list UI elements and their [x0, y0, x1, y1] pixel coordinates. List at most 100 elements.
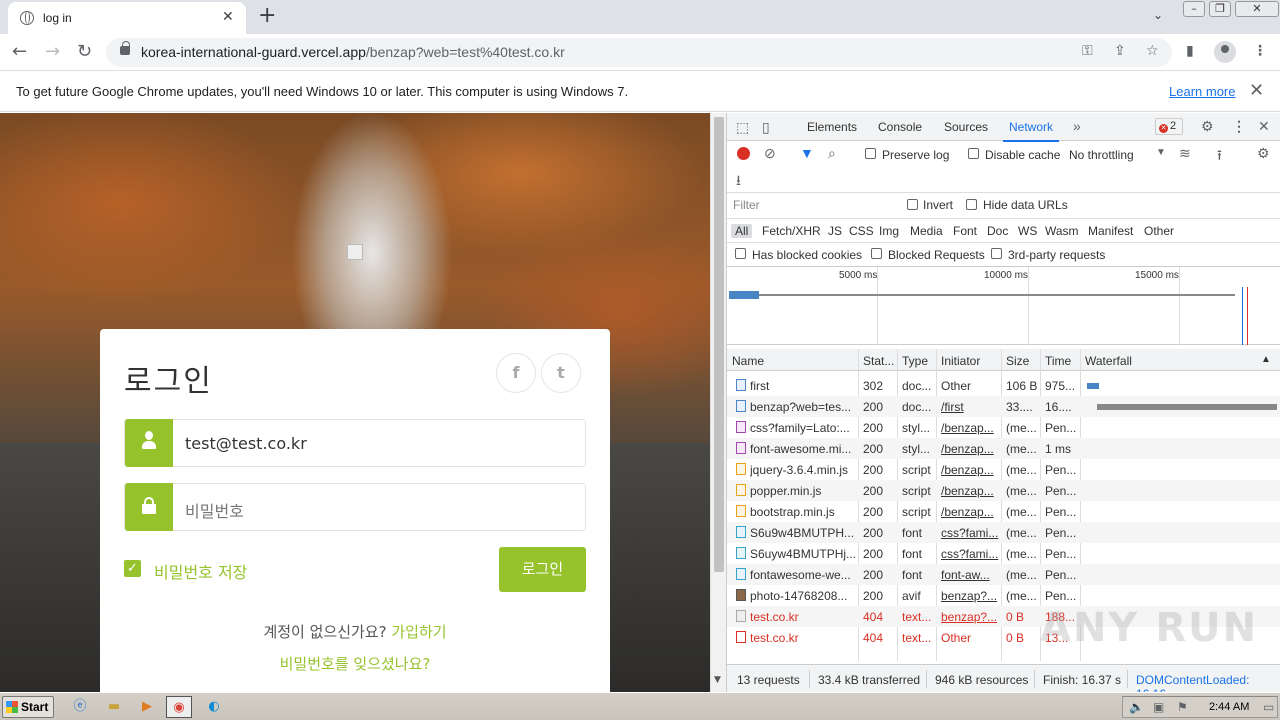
- filter-type-media[interactable]: Media: [910, 224, 943, 238]
- clock[interactable]: 2:44 AM: [1209, 701, 1249, 713]
- cell-initiator[interactable]: benzap?...: [941, 589, 999, 603]
- lock-icon[interactable]: [120, 41, 130, 55]
- tab-sources[interactable]: Sources: [944, 120, 988, 134]
- infobar-close-icon[interactable]: ✕: [1249, 80, 1264, 101]
- close-window-button[interactable]: ✕: [1235, 1, 1279, 17]
- hide-data-urls-checkbox[interactable]: [966, 199, 977, 210]
- cell-initiator[interactable]: css?fami...: [941, 547, 999, 561]
- chrome-taskbar-icon[interactable]: ◉: [166, 696, 192, 718]
- filter-type-ws[interactable]: WS: [1018, 224, 1037, 238]
- cell-initiator[interactable]: /benzap...: [941, 421, 999, 435]
- tab-console[interactable]: Console: [878, 120, 922, 134]
- profile-avatar-icon[interactable]: [1214, 41, 1236, 63]
- preserve-log-label[interactable]: Preserve log: [882, 148, 949, 162]
- reload-icon[interactable]: ↻: [77, 40, 92, 64]
- table-row[interactable]: popper.min.js 200 script/benzap... (me... Pe…: [727, 480, 1280, 501]
- filter-type-css[interactable]: CSS: [849, 224, 874, 238]
- column-initiator[interactable]: Initiator: [941, 354, 980, 368]
- filter-type-img[interactable]: Img: [879, 224, 899, 238]
- devtools-menu-icon[interactable]: ⋮: [1232, 118, 1246, 135]
- key-icon[interactable]: ⚿: [1082, 43, 1093, 59]
- column-size[interactable]: Size: [1006, 354, 1029, 368]
- table-row[interactable]: first 302 doc... Other 106 B 975...: [727, 375, 1280, 396]
- column-type[interactable]: Type: [902, 354, 928, 368]
- table-row[interactable]: bootstrap.min.js 200 script/benzap... (me..…: [727, 501, 1280, 522]
- table-row[interactable]: photo-14768208... 200 avif benzap?... (me...…: [727, 585, 1280, 606]
- explorer-folder-icon[interactable]: ▬: [101, 696, 127, 718]
- filter-type-manifest[interactable]: Manifest: [1088, 224, 1133, 238]
- settings-gear-icon[interactable]: ⚙: [1201, 118, 1214, 135]
- filter-funnel-icon[interactable]: ▼: [800, 145, 814, 161]
- filter-type-all[interactable]: All: [731, 224, 753, 238]
- column-time[interactable]: Time: [1045, 354, 1071, 368]
- facebook-icon[interactable]: f: [496, 353, 536, 393]
- table-row[interactable]: jquery-3.6.4.min.js 200 script/benzap... (m…: [727, 459, 1280, 480]
- column-name[interactable]: Name: [732, 354, 764, 368]
- table-row[interactable]: font-awesome.mi... 200 styl... /benzap... (m…: [727, 438, 1280, 459]
- import-har-icon[interactable]: ⭱: [1217, 145, 1222, 169]
- scrollbar-thumb[interactable]: [714, 117, 724, 572]
- filter-type-wasm[interactable]: Wasm: [1045, 224, 1079, 238]
- cell-initiator[interactable]: /first: [941, 400, 999, 414]
- blocked-requests-label[interactable]: Blocked Requests: [888, 248, 985, 262]
- forgot-password-link[interactable]: 비밀번호를 잊으셨나요?: [100, 653, 610, 674]
- tab-network[interactable]: Network: [1002, 120, 1060, 142]
- cell-initiator[interactable]: font-aw...: [941, 568, 999, 582]
- remember-password-checkbox[interactable]: ✓: [124, 560, 141, 577]
- learn-more-link[interactable]: Learn more: [1169, 84, 1235, 99]
- hide-data-urls-label[interactable]: Hide data URLs: [983, 198, 1068, 212]
- devtools-close-icon[interactable]: ✕: [1258, 118, 1270, 135]
- invert-checkbox[interactable]: [907, 199, 918, 210]
- forward-icon[interactable]: →: [45, 40, 60, 64]
- network-tray-icon[interactable]: ▣: [1153, 700, 1164, 714]
- invert-label[interactable]: Invert: [923, 198, 953, 212]
- edge-icon[interactable]: ◐: [201, 696, 227, 718]
- ie-icon[interactable]: ⓔ: [67, 696, 93, 718]
- volume-icon[interactable]: 🔈: [1129, 700, 1144, 714]
- has-blocked-cookies-checkbox[interactable]: [735, 248, 746, 259]
- blocked-requests-checkbox[interactable]: [871, 248, 882, 259]
- maximize-button[interactable]: ❐: [1209, 1, 1231, 17]
- network-overview-timeline[interactable]: 5000 ms 10000 ms 15000 ms: [727, 267, 1280, 345]
- email-field[interactable]: test@test.co.kr: [124, 419, 586, 467]
- filter-type-font[interactable]: Font: [953, 224, 977, 238]
- filter-input[interactable]: Filter: [733, 198, 893, 212]
- throttling-dropdown-icon[interactable]: ▼: [1156, 147, 1166, 158]
- third-party-checkbox[interactable]: [991, 248, 1002, 259]
- twitter-icon[interactable]: t: [541, 353, 581, 393]
- network-settings-icon[interactable]: ⚙: [1257, 145, 1270, 162]
- table-row[interactable]: S6uyw4BMUTPHj... 200 font css?fami... (me...…: [727, 543, 1280, 564]
- login-button[interactable]: 로그인: [499, 547, 586, 592]
- side-panel-icon[interactable]: ▮: [1186, 43, 1194, 59]
- tab-search-chevron-icon[interactable]: ⌄: [1153, 8, 1163, 22]
- clear-icon[interactable]: ⊘: [764, 145, 776, 162]
- signup-link[interactable]: 가입하기: [391, 623, 446, 641]
- has-blocked-cookies-label[interactable]: Has blocked cookies: [752, 248, 862, 262]
- filter-type-other[interactable]: Other: [1144, 224, 1174, 238]
- url-text[interactable]: korea-international-guard.vercel.app/ben…: [141, 44, 565, 60]
- disable-cache-label[interactable]: Disable cache: [985, 148, 1060, 162]
- bookmark-star-icon[interactable]: ☆: [1146, 43, 1159, 59]
- record-button[interactable]: [737, 147, 750, 160]
- filter-type-js[interactable]: JS: [828, 224, 842, 238]
- back-icon[interactable]: ←: [12, 40, 27, 64]
- search-icon[interactable]: ⌕: [828, 145, 836, 162]
- device-toolbar-icon[interactable]: ▯: [762, 119, 770, 136]
- minimize-button[interactable]: –: [1183, 1, 1205, 17]
- column-waterfall[interactable]: Waterfall: [1085, 354, 1132, 368]
- error-count-badge[interactable]: ✕ 2: [1155, 118, 1183, 135]
- action-center-flag-icon[interactable]: ⚑: [1177, 700, 1188, 714]
- table-row[interactable]: S6u9w4BMUTPH... 200 font css?fami... (me... P…: [727, 522, 1280, 543]
- preserve-log-checkbox[interactable]: [865, 148, 876, 159]
- network-conditions-icon[interactable]: ≋: [1179, 145, 1191, 162]
- show-desktop-icon[interactable]: ▭: [1263, 700, 1274, 714]
- filter-type-doc[interactable]: Doc: [987, 224, 1008, 238]
- throttling-select[interactable]: No throttling: [1069, 148, 1134, 162]
- share-icon[interactable]: ⇪: [1114, 43, 1126, 59]
- cell-initiator[interactable]: css?fami...: [941, 526, 999, 540]
- cell-initiator[interactable]: benzap?...: [941, 610, 999, 624]
- start-button[interactable]: Start: [2, 696, 54, 718]
- address-bar[interactable]: korea-international-guard.vercel.app/ben…: [106, 38, 1172, 67]
- disable-cache-checkbox[interactable]: [968, 148, 979, 159]
- cell-initiator[interactable]: /benzap...: [941, 463, 999, 477]
